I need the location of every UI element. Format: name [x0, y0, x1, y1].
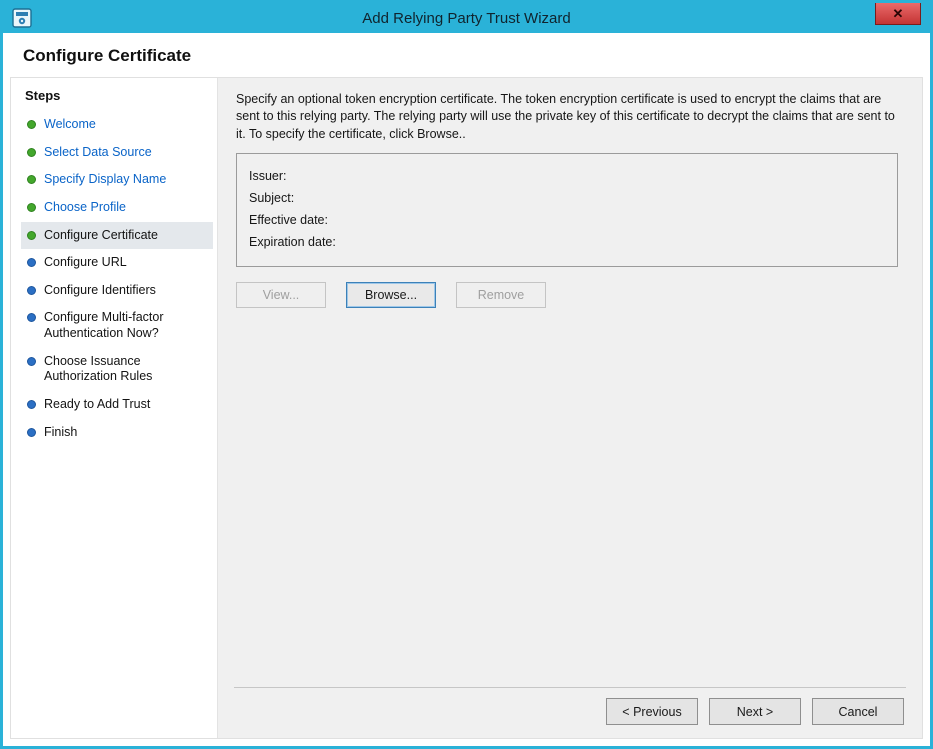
step-label: Configure URL — [44, 255, 127, 271]
browse-button[interactable]: Browse... — [346, 282, 436, 308]
effective-date-field-label: Effective date: — [249, 213, 885, 227]
content-inner: Specify an optional token encryption cer… — [218, 78, 922, 687]
step-configure-url: Configure URL — [21, 249, 213, 277]
step-select-data-source[interactable]: Select Data Source — [21, 139, 213, 167]
step-done-dot — [27, 148, 36, 157]
close-button[interactable]: ✕ — [875, 3, 921, 25]
step-configure-certificate: Configure Certificate — [21, 222, 213, 250]
step-pending-dot — [27, 313, 36, 322]
step-done-dot — [27, 120, 36, 129]
instruction-text: Specify an optional token encryption cer… — [236, 91, 898, 143]
step-pending-dot — [27, 286, 36, 295]
step-pending-dot — [27, 258, 36, 267]
page-title: Configure Certificate — [3, 33, 930, 77]
certificate-actions: View... Browse... Remove — [236, 282, 898, 308]
wizard-body: Steps Welcome Select Data Source Specify… — [10, 77, 923, 739]
remove-button: Remove — [456, 282, 546, 308]
step-configure-identifiers: Configure Identifiers — [21, 277, 213, 305]
step-configure-mfa: Configure Multi-factor Authentication No… — [21, 304, 213, 347]
steps-list: Welcome Select Data Source Specify Displ… — [21, 111, 213, 446]
step-welcome[interactable]: Welcome — [21, 111, 213, 139]
step-label: Configure Multi-factor Authentication No… — [44, 310, 209, 341]
step-pending-dot — [27, 357, 36, 366]
title-bar: Add Relying Party Trust Wizard ✕ — [3, 3, 930, 33]
view-button: View... — [236, 282, 326, 308]
step-choose-issuance-rules: Choose Issuance Authorization Rules — [21, 348, 213, 391]
step-label: Ready to Add Trust — [44, 397, 150, 413]
steps-sidebar: Steps Welcome Select Data Source Specify… — [11, 78, 218, 738]
previous-button[interactable]: < Previous — [606, 698, 698, 725]
step-done-dot — [27, 175, 36, 184]
next-button[interactable]: Next > — [709, 698, 801, 725]
step-label: Choose Profile — [44, 200, 126, 216]
expiration-date-field-label: Expiration date: — [249, 235, 885, 249]
step-label: Finish — [44, 425, 77, 441]
content-pane: Specify an optional token encryption cer… — [218, 78, 922, 738]
window-title: Add Relying Party Trust Wizard — [3, 10, 930, 27]
step-done-dot — [27, 203, 36, 212]
subject-field-label: Subject: — [249, 191, 885, 205]
step-label: Configure Certificate — [44, 228, 158, 244]
step-specify-display-name[interactable]: Specify Display Name — [21, 166, 213, 194]
step-label: Specify Display Name — [44, 172, 166, 188]
step-label: Choose Issuance Authorization Rules — [44, 354, 209, 385]
step-pending-dot — [27, 428, 36, 437]
certificate-details-box: Issuer: Subject: Effective date: Expirat… — [236, 153, 898, 267]
step-label: Welcome — [44, 117, 96, 133]
step-current-dot — [27, 231, 36, 240]
step-label: Configure Identifiers — [44, 283, 156, 299]
steps-heading: Steps — [25, 88, 213, 103]
step-finish: Finish — [21, 419, 213, 447]
wizard-window: Add Relying Party Trust Wizard ✕ Configu… — [0, 0, 933, 749]
step-ready-to-add-trust: Ready to Add Trust — [21, 391, 213, 419]
wizard-footer: < Previous Next > Cancel — [234, 687, 906, 738]
issuer-field-label: Issuer: — [249, 169, 885, 183]
step-label: Select Data Source — [44, 145, 152, 161]
step-pending-dot — [27, 400, 36, 409]
step-choose-profile[interactable]: Choose Profile — [21, 194, 213, 222]
cancel-button[interactable]: Cancel — [812, 698, 904, 725]
